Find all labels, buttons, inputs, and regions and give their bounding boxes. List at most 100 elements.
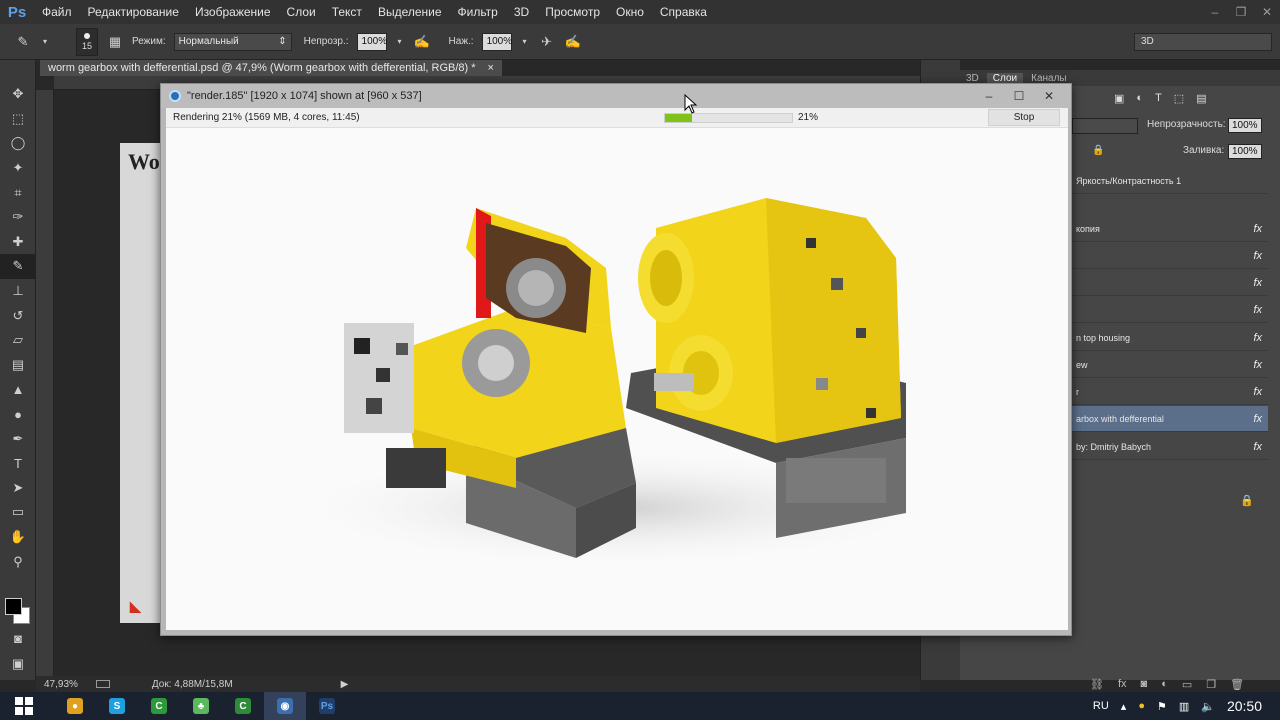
menu-image[interactable]: Изображение (187, 5, 279, 19)
lasso-tool-icon[interactable]: ◯ (0, 131, 36, 156)
hand-tool-icon[interactable]: ✋ (0, 525, 36, 550)
taskbar-app[interactable]: S (96, 692, 138, 720)
menu-text[interactable]: Текст (324, 5, 370, 19)
render-window[interactable]: "render.185" [1920 x 1074] shown at [960… (160, 83, 1072, 636)
layer-row[interactable]: ew fx (1072, 352, 1268, 378)
quick-mask-icon[interactable]: ◙ (0, 626, 36, 651)
layer-row-selected[interactable]: arbox with defferential fx (1072, 406, 1268, 432)
taskbar-app-active[interactable]: ◉ (264, 692, 306, 720)
pressure-opacity-icon[interactable]: ✍ (413, 33, 431, 51)
fx-icon[interactable]: fx (1253, 304, 1262, 316)
adjustment-layer-icon[interactable]: ◐ (1161, 678, 1168, 690)
pressure-input[interactable]: 100% (481, 32, 512, 51)
clock[interactable]: 20:50 (1227, 698, 1262, 714)
minimize-icon[interactable]: – (1202, 5, 1228, 19)
tray-app-icon[interactable]: ● (1138, 700, 1145, 712)
render-window-titlebar[interactable]: "render.185" [1920 x 1074] shown at [960… (161, 84, 1071, 108)
layer-row[interactable]: fx (1072, 297, 1268, 323)
filter-image-icon[interactable]: ▣ (1114, 92, 1124, 106)
menu-layers[interactable]: Слои (279, 5, 324, 19)
menu-view[interactable]: Просмотр (537, 5, 608, 19)
taskbar-app[interactable]: ♣ (180, 692, 222, 720)
blend-mode-select[interactable] (1072, 118, 1138, 134)
menu-3d[interactable]: 3D (506, 5, 537, 19)
layer-row[interactable]: fx (1072, 243, 1268, 269)
play-icon[interactable]: ▶ (341, 679, 349, 690)
layer-row[interactable]: by: Dmitriy Babych fx (1072, 434, 1268, 460)
taskbar-app[interactable]: Ps (306, 692, 348, 720)
menu-file[interactable]: Файл (34, 5, 80, 19)
taskbar-app[interactable]: C (222, 692, 264, 720)
filter-shape-icon[interactable]: ⬚ (1174, 92, 1184, 106)
link-layers-icon[interactable]: ⛓ (1090, 678, 1104, 691)
layer-row[interactable]: r fx (1072, 379, 1268, 405)
marquee-tool-icon[interactable]: ⬚ (0, 107, 36, 132)
windows-start-icon[interactable] (0, 692, 48, 720)
eyedropper-tool-icon[interactable]: ✑ (0, 205, 36, 230)
menu-help[interactable]: Справка (652, 5, 715, 19)
zoom-tool-icon[interactable]: ⚲ (0, 549, 36, 574)
language-indicator[interactable]: RU (1093, 700, 1109, 712)
eraser-tool-icon[interactable]: ▱ (0, 328, 36, 353)
close-icon[interactable]: ✕ (1037, 89, 1061, 103)
lock-icon[interactable]: 🔒 (1092, 145, 1104, 156)
menu-edit[interactable]: Редактирование (80, 5, 187, 19)
menu-filter[interactable]: Фильтр (450, 5, 506, 19)
chevron-down-icon[interactable]: ▾ (40, 33, 50, 51)
close-icon[interactable]: ✕ (1254, 5, 1280, 19)
brush-panel-icon[interactable]: ▦ (106, 33, 124, 51)
fx-icon[interactable]: fx (1253, 250, 1262, 262)
pen-tool-icon[interactable]: ✒ (0, 426, 36, 451)
gradient-tool-icon[interactable]: ▤ (0, 353, 36, 378)
color-swatches[interactable] (5, 598, 33, 626)
filter-type-icon[interactable]: T (1155, 92, 1162, 106)
layer-row[interactable]: fx (1072, 270, 1268, 296)
brush-tool-icon[interactable]: ✎ (14, 33, 32, 51)
trash-icon[interactable]: 🗑 (1230, 678, 1244, 691)
taskbar-app[interactable]: ● (54, 692, 96, 720)
close-tab-icon[interactable]: × (488, 62, 494, 74)
filter-adjust-icon[interactable]: ◐ (1136, 92, 1143, 106)
taskbar-app[interactable]: C (138, 692, 180, 720)
layer-opacity-input[interactable]: 100% (1228, 118, 1262, 133)
menu-window[interactable]: Окно (608, 5, 652, 19)
zoom-level[interactable]: 47,93% (44, 679, 78, 690)
brush-size-picker[interactable]: 15 (76, 27, 98, 56)
opacity-input[interactable]: 100% (356, 32, 387, 51)
workspace-select[interactable]: 3D (1134, 33, 1272, 51)
fx-icon[interactable]: fx (1253, 359, 1262, 371)
new-layer-icon[interactable]: ❐ (1206, 678, 1216, 691)
add-mask-icon[interactable]: ◙ (1141, 678, 1148, 690)
magic-wand-tool-icon[interactable]: ✦ (0, 156, 36, 181)
tab-layers[interactable]: Слои (986, 72, 1024, 84)
type-tool-icon[interactable]: T (0, 451, 36, 476)
brush-tool-icon[interactable]: ✎ (0, 254, 36, 279)
stamp-tool-icon[interactable]: ⊥ (0, 279, 36, 304)
foreground-color-swatch[interactable] (5, 598, 22, 615)
move-tool-icon[interactable]: ✥ (0, 82, 36, 107)
chevron-up-icon[interactable]: ▴ (1121, 700, 1127, 713)
path-selection-tool-icon[interactable]: ➤ (0, 476, 36, 501)
healing-tool-icon[interactable]: ✚ (0, 230, 36, 255)
chevron-down-icon[interactable]: ▾ (520, 33, 530, 51)
fx-icon[interactable]: fx (1253, 386, 1262, 398)
flag-icon[interactable]: ⚑ (1157, 700, 1167, 713)
airbrush-icon[interactable]: ✈ (538, 33, 556, 51)
minimize-icon[interactable]: – (977, 89, 1001, 103)
screen-mode-icon[interactable]: ▣ (0, 652, 36, 677)
volume-icon[interactable]: 🔈 (1201, 700, 1215, 713)
layer-row[interactable]: n top housing fx (1072, 325, 1268, 351)
fill-input[interactable]: 100% (1228, 144, 1262, 159)
fx-icon[interactable]: fx (1253, 277, 1262, 289)
maximize-icon[interactable]: ☐ (1007, 89, 1031, 103)
network-icon[interactable]: ▥ (1179, 700, 1189, 713)
tab-channels[interactable]: Каналы (1031, 73, 1067, 84)
pressure-size-icon[interactable]: ✍ (564, 33, 582, 51)
shape-tool-icon[interactable]: ▭ (0, 500, 36, 525)
history-brush-tool-icon[interactable]: ↺ (0, 303, 36, 328)
filter-smart-icon[interactable]: ▤ (1196, 92, 1206, 106)
tab-3d[interactable]: 3D (966, 73, 979, 84)
fx-icon[interactable]: fx (1253, 413, 1262, 425)
layer-row[interactable]: Яркость/Контрастность 1 (1072, 168, 1268, 194)
stop-button[interactable]: Stop (988, 109, 1060, 126)
